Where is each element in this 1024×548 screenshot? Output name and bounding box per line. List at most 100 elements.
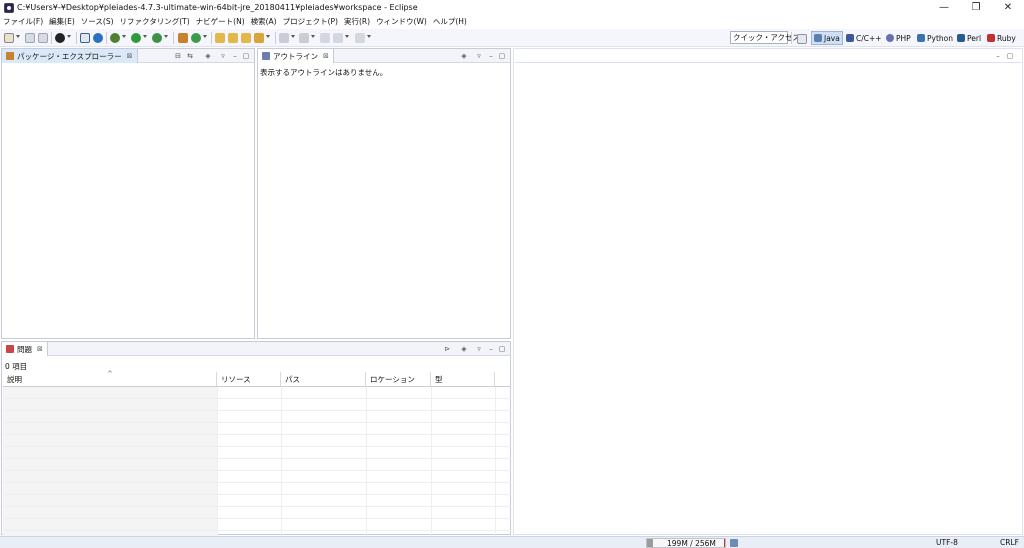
heap-usage-fill bbox=[647, 539, 653, 547]
problems-tabbar: 問題 ⊠ ⊳ ◈ ▿ – ▢ bbox=[2, 342, 510, 356]
next-annotation-icon[interactable] bbox=[279, 33, 289, 43]
previous-annotation-icon[interactable] bbox=[299, 33, 309, 43]
run-external-tool-icon[interactable] bbox=[152, 33, 162, 43]
tab-package-explorer[interactable]: パッケージ・エクスプローラー ⊠ bbox=[2, 49, 138, 63]
focus-on-task-icon[interactable]: ◈ bbox=[204, 52, 212, 60]
pen-icon[interactable] bbox=[254, 33, 264, 43]
close-icon[interactable]: ⊠ bbox=[127, 52, 133, 60]
debug-config-dropdown-icon bbox=[67, 35, 71, 38]
save-all-icon[interactable] bbox=[38, 33, 48, 43]
menu-source[interactable]: ソース(S) bbox=[78, 16, 117, 28]
new-java-project-icon[interactable] bbox=[178, 33, 188, 43]
toolbar-separator bbox=[275, 32, 276, 44]
new-icon[interactable] bbox=[4, 33, 14, 43]
table-row bbox=[3, 399, 511, 411]
menu-window[interactable]: ウィンドウ(W) bbox=[373, 16, 430, 28]
column-header-path[interactable]: パス bbox=[281, 372, 366, 387]
minimize-view-icon[interactable]: – bbox=[487, 52, 495, 60]
status-bar: 199M / 256M UTF-8 CRLF bbox=[0, 536, 1024, 548]
editor-area: – ▢ bbox=[513, 48, 1023, 535]
minimize-editor-icon[interactable]: – bbox=[994, 52, 1002, 60]
menu-navigate[interactable]: ナビゲート(N) bbox=[193, 16, 248, 28]
table-row bbox=[3, 519, 511, 531]
tab-outline[interactable]: アウトライン ⊠ bbox=[258, 49, 334, 63]
menu-help[interactable]: ヘルプ(H) bbox=[430, 16, 470, 28]
debug-dropdown-icon[interactable] bbox=[122, 35, 126, 38]
forward-icon[interactable] bbox=[355, 33, 365, 43]
close-icon[interactable]: ⊠ bbox=[323, 52, 329, 60]
table-row bbox=[3, 411, 511, 423]
column-header-location[interactable]: ロケーション bbox=[366, 372, 431, 387]
new-dropdown-icon[interactable] bbox=[16, 35, 20, 38]
perspective-java[interactable]: Java bbox=[811, 31, 843, 45]
perl-icon bbox=[957, 34, 965, 42]
next-annotation-dropdown-icon[interactable] bbox=[291, 35, 295, 38]
close-icon[interactable]: ⊠ bbox=[37, 345, 43, 353]
save-icon[interactable] bbox=[25, 33, 35, 43]
outline-empty-message: 表示するアウトラインはありません。 bbox=[260, 68, 388, 77]
debug-config-icon[interactable] bbox=[55, 33, 65, 43]
open-task-icon[interactable] bbox=[228, 33, 238, 43]
pen-dropdown-icon[interactable] bbox=[266, 35, 270, 38]
heap-status-bar[interactable]: 199M / 256M bbox=[646, 538, 726, 548]
toolbar-separator bbox=[211, 32, 212, 44]
minimize-view-icon[interactable]: – bbox=[231, 52, 239, 60]
menu-file[interactable]: ファイル(F) bbox=[0, 16, 46, 28]
line-ending[interactable]: CRLF bbox=[1000, 538, 1019, 547]
file-encoding[interactable]: UTF-8 bbox=[936, 538, 958, 547]
forward-dropdown-icon[interactable] bbox=[367, 35, 371, 38]
toolbar-separator bbox=[76, 32, 77, 44]
maximize-view-icon[interactable]: ▢ bbox=[498, 52, 506, 60]
column-header-resource[interactable]: リソース bbox=[217, 372, 281, 387]
new-java-class-icon[interactable] bbox=[191, 33, 201, 43]
focus-on-task-icon[interactable]: ◈ bbox=[460, 345, 468, 353]
search-folder-icon[interactable] bbox=[241, 33, 251, 43]
collapse-all-icon[interactable]: ⊟ bbox=[174, 52, 182, 60]
view-menu-icon[interactable]: ▿ bbox=[475, 52, 483, 60]
link-with-editor-icon[interactable]: ⇆ bbox=[186, 52, 194, 60]
tab-problems[interactable]: 問題 ⊠ bbox=[2, 342, 48, 356]
minimize-button[interactable]: — bbox=[928, 0, 960, 16]
close-button[interactable]: ✕ bbox=[992, 0, 1024, 16]
filter-icon[interactable]: ⊳ bbox=[443, 345, 451, 353]
console-icon[interactable] bbox=[80, 33, 90, 43]
maximize-view-icon[interactable]: ▢ bbox=[498, 345, 506, 353]
menu-run[interactable]: 実行(R) bbox=[341, 16, 373, 28]
web-browser-icon[interactable] bbox=[93, 33, 103, 43]
perspective-perl[interactable]: Perl bbox=[955, 31, 983, 45]
column-header-description[interactable]: 説明 ^ bbox=[3, 370, 217, 387]
maximize-view-icon[interactable]: ▢ bbox=[242, 52, 250, 60]
new-java-class-dropdown-icon[interactable] bbox=[203, 35, 207, 38]
column-header-type[interactable]: 型 bbox=[431, 372, 495, 387]
cpp-icon bbox=[846, 34, 854, 42]
minimize-view-icon[interactable]: – bbox=[487, 345, 495, 353]
view-menu-icon[interactable]: ▿ bbox=[475, 345, 483, 353]
table-row bbox=[3, 435, 511, 447]
table-row bbox=[3, 447, 511, 459]
menu-refactor[interactable]: リファクタリング(T) bbox=[117, 16, 193, 28]
run-icon[interactable] bbox=[131, 33, 141, 43]
open-perspective-icon[interactable] bbox=[797, 34, 807, 44]
garbage-collect-icon[interactable] bbox=[730, 539, 738, 547]
menu-edit[interactable]: 編集(E) bbox=[46, 16, 78, 28]
external-tool-dropdown-icon[interactable] bbox=[164, 35, 168, 38]
menu-project[interactable]: プロジェクト(P) bbox=[280, 16, 341, 28]
previous-annotation-dropdown-icon[interactable] bbox=[311, 35, 315, 38]
run-dropdown-icon[interactable] bbox=[143, 35, 147, 38]
last-edit-icon[interactable] bbox=[320, 33, 330, 43]
open-type-icon[interactable] bbox=[215, 33, 225, 43]
back-dropdown-icon[interactable] bbox=[345, 35, 349, 38]
table-row bbox=[3, 459, 511, 471]
view-menu-icon[interactable]: ▿ bbox=[219, 52, 227, 60]
perspective-python[interactable]: Python bbox=[915, 31, 955, 45]
maximize-editor-icon[interactable]: ▢ bbox=[1006, 52, 1014, 60]
focus-on-task-icon[interactable]: ◈ bbox=[460, 52, 468, 60]
back-icon[interactable] bbox=[333, 33, 343, 43]
menu-search[interactable]: 検索(A) bbox=[248, 16, 280, 28]
perspective-cpp[interactable]: C/C++ bbox=[844, 31, 884, 45]
quick-access-input[interactable]: クイック・アクセス bbox=[730, 31, 800, 44]
maximize-button[interactable]: ❐ bbox=[960, 0, 992, 16]
debug-icon[interactable] bbox=[110, 33, 120, 43]
perspective-ruby[interactable]: Ruby bbox=[985, 31, 1018, 45]
perspective-php[interactable]: PHP bbox=[884, 31, 913, 45]
